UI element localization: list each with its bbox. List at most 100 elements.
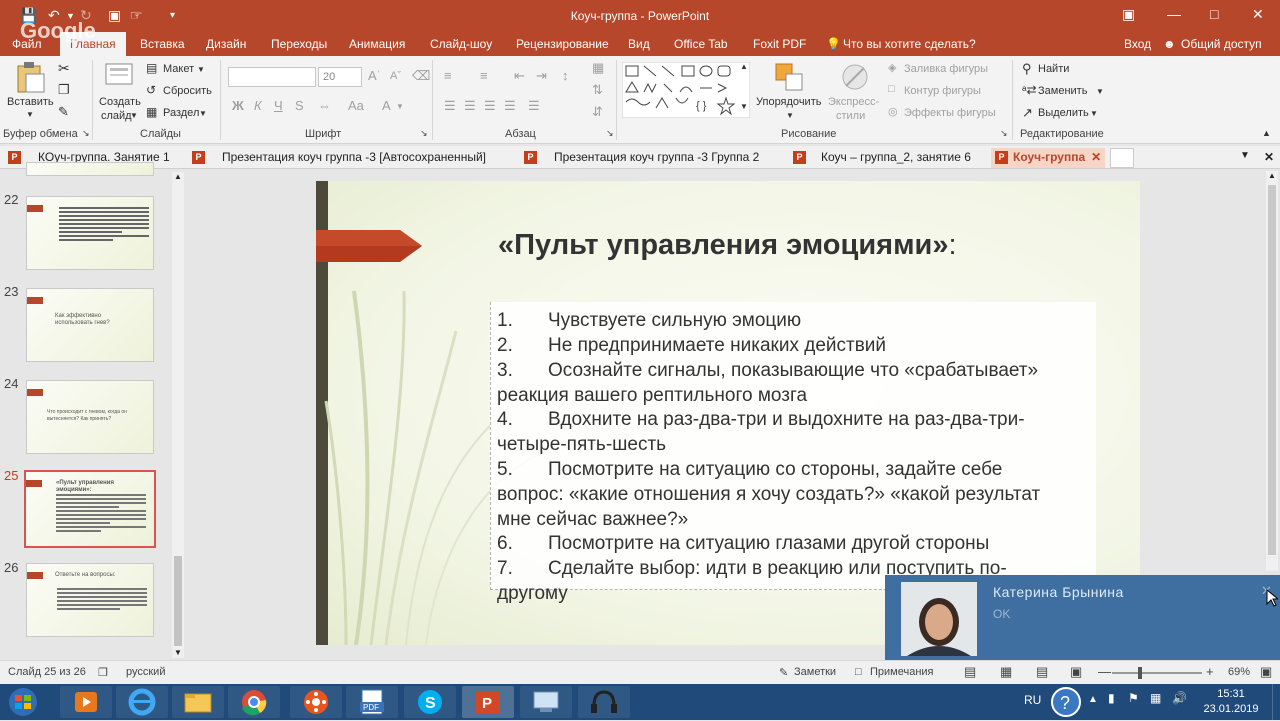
scroll-up-icon[interactable]: ▲ — [1268, 171, 1276, 180]
fit-slide-icon[interactable]: ▣ — [1260, 664, 1272, 680]
thumbnail-slide-22[interactable] — [26, 196, 154, 270]
zoom-out-icon[interactable]: — — [1098, 664, 1111, 679]
quick-styles-icon[interactable] — [840, 62, 870, 92]
zoom-slider-thumb[interactable] — [1138, 667, 1142, 679]
bullets-icon[interactable]: ≡ — [444, 68, 452, 83]
cut-icon[interactable]: ✂ — [58, 60, 70, 77]
tab-design[interactable]: Дизайн — [206, 37, 246, 51]
shapes-more-icon[interactable]: ▼ — [740, 102, 748, 111]
shrink-font-icon[interactable]: Aˇ — [390, 70, 401, 82]
slide-sorter-icon[interactable]: ▦ — [1000, 664, 1012, 680]
tab-insert[interactable]: Вставка — [140, 37, 185, 51]
thumbnails-scrollbar[interactable]: ▲ ▼ — [172, 172, 184, 658]
italic-button[interactable]: К — [254, 98, 262, 113]
paste-icon[interactable] — [14, 60, 46, 94]
quick-styles-button-line2[interactable]: стили — [836, 110, 865, 122]
doc-tab-4[interactable]: P Коуч – группа_2, занятие 6 — [789, 148, 987, 168]
tab-office-tab[interactable]: Office Tab — [674, 37, 728, 51]
select-dropdown-icon[interactable]: ▼ — [1090, 109, 1098, 118]
scroll-down-icon[interactable]: ▼ — [174, 648, 182, 657]
thumbnail-slide-25[interactable]: «Пульт управления эмоциями»: — [24, 470, 156, 548]
show-desktop-button[interactable] — [1272, 684, 1280, 720]
signin-link[interactable]: Вход — [1124, 37, 1151, 51]
new-slide-icon[interactable] — [104, 62, 134, 92]
thumbnail-slide-23[interactable]: Как эффективно использовать гнев? — [26, 288, 154, 362]
font-size-combo[interactable]: 20 — [318, 67, 362, 87]
reset-button[interactable]: Сбросить — [163, 85, 212, 97]
shape-effects-button[interactable]: Эффекты фигуры — [904, 107, 996, 119]
network-icon[interactable]: ▦ — [1150, 691, 1161, 705]
close-all-tabs-icon[interactable]: ✕ — [1264, 148, 1274, 168]
font-color-icon[interactable]: A — [382, 98, 391, 113]
underline-button[interactable]: Ч — [274, 98, 283, 113]
tray-expand-icon[interactable]: ▲ — [1088, 694, 1098, 705]
columns-icon[interactable]: ▦ — [592, 60, 604, 76]
char-spacing-icon[interactable]: ⇔ — [318, 98, 331, 113]
line-spacing-icon[interactable]: ↕ — [562, 68, 569, 83]
section-dropdown-icon[interactable]: ▼ — [199, 109, 207, 118]
thumb-21-partial[interactable] — [26, 162, 154, 176]
arrange-button[interactable]: Упорядочить — [756, 96, 821, 108]
clipboard-launcher-icon[interactable]: ↘ — [82, 128, 90, 139]
shape-outline-button[interactable]: Контур фигуры — [904, 85, 981, 97]
increase-indent-icon[interactable]: ⇥ — [536, 68, 547, 84]
justify-icon[interactable]: ☰ — [504, 98, 516, 114]
doc-tab-5[interactable]: P Коуч-группа ✕ — [991, 148, 1105, 168]
help-icon[interactable]: ? — [1050, 686, 1082, 718]
replace-dropdown-icon[interactable]: ▼ — [1096, 87, 1104, 96]
close-button[interactable]: ✕ — [1252, 6, 1264, 23]
replace-button[interactable]: Заменить — [1038, 85, 1087, 97]
doc-tab-2[interactable]: P Презентация коуч группа -3 [Автосохране… — [188, 148, 516, 168]
clear-format-icon[interactable]: ⌫ — [412, 68, 430, 84]
input-language[interactable]: RU — [1024, 693, 1041, 707]
change-case-icon[interactable]: Aa — [348, 98, 364, 113]
font-color-dropdown-icon[interactable]: ▼ — [396, 102, 404, 111]
taskbar-chrome[interactable] — [228, 686, 280, 718]
align-left-icon[interactable]: ☰ — [444, 98, 456, 114]
scroll-thumb[interactable] — [1268, 185, 1276, 555]
font-name-combo[interactable] — [228, 67, 316, 87]
arrange-icon[interactable] — [774, 62, 804, 92]
slide-scrollbar[interactable]: ▲ — [1266, 171, 1278, 571]
doc-tab-3[interactable]: P Презентация коуч группа -3 Группа 2 — [520, 148, 784, 168]
paragraph-launcher-icon[interactable]: ↘ — [606, 128, 614, 139]
taskbar-network-app[interactable] — [520, 686, 572, 718]
tab-foxit-pdf[interactable]: Foxit PDF — [753, 37, 806, 51]
drawing-launcher-icon[interactable]: ↘ — [1000, 128, 1008, 139]
taskbar-app-orange[interactable] — [290, 686, 342, 718]
collapse-ribbon-icon[interactable]: ▲ — [1262, 128, 1271, 138]
shape-fill-button[interactable]: Заливка фигуры — [904, 63, 988, 75]
comments-button[interactable]: Примечания — [870, 666, 934, 678]
battery-icon[interactable]: ▮ — [1108, 691, 1115, 705]
select-button[interactable]: Выделить — [1038, 107, 1089, 119]
taskbar-clock[interactable]: 15:31 23.01.2019 — [1196, 687, 1266, 717]
format-painter-icon[interactable]: ✎ — [58, 104, 69, 120]
numbering-icon[interactable]: ≡ — [480, 68, 488, 83]
tell-me-box[interactable]: Что вы хотите сделать? — [843, 37, 976, 51]
paste-button[interactable]: Вставить — [7, 96, 54, 108]
strikethrough-button[interactable]: S — [295, 98, 304, 113]
tab-view[interactable]: Вид — [628, 37, 650, 51]
taskbar-headset-app[interactable] — [578, 686, 630, 718]
minimize-button[interactable]: — — [1167, 6, 1181, 22]
arrange-dropdown-icon[interactable]: ▼ — [786, 111, 794, 120]
slide-title[interactable]: «Пульт управления эмоциями»: — [498, 229, 957, 262]
notes-button[interactable]: Заметки — [794, 666, 836, 678]
text-direction-icon[interactable]: ⇅ — [592, 82, 603, 98]
scroll-thumb[interactable] — [174, 556, 182, 646]
taskbar-explorer[interactable] — [172, 686, 224, 718]
new-slide-button-line2[interactable]: слайд — [101, 110, 132, 122]
copy-icon[interactable]: ❐ — [58, 82, 70, 98]
find-button[interactable]: Найти — [1038, 63, 1069, 75]
tab-slideshow[interactable]: Слайд-шоу — [430, 37, 492, 51]
zoom-slider[interactable] — [1112, 672, 1202, 674]
layout-dropdown-icon[interactable]: ▼ — [197, 65, 205, 74]
bold-button[interactable]: Ж — [232, 98, 244, 113]
start-button[interactable] — [6, 687, 40, 717]
align-center-icon[interactable]: ☰ — [464, 98, 476, 114]
tab-review[interactable]: Рецензирование — [516, 37, 609, 51]
new-tab-button[interactable] — [1110, 148, 1134, 168]
slide-counter[interactable]: Слайд 25 из 26 — [8, 666, 86, 678]
taskbar-foxit-pdf[interactable]: PDF — [346, 686, 398, 718]
layout-button[interactable]: Макет — [163, 63, 194, 75]
